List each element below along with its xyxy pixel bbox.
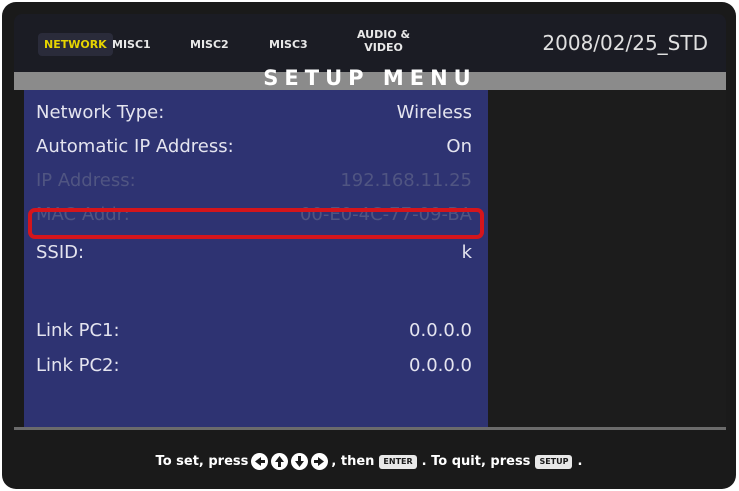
right-arrow-button-icon: [311, 453, 329, 470]
down-arrow-button-icon: [291, 453, 309, 470]
left-arrow-button-icon: [251, 453, 269, 470]
mac-address-highlight: [28, 208, 484, 239]
setting-row-automatic-ip[interactable]: Automatic IP Address: On: [36, 130, 472, 164]
setting-row-link-pc2[interactable]: Link PC2: 0.0.0.0: [36, 349, 472, 383]
footer-quit: . To quit, press: [421, 454, 531, 469]
setting-row-link-pc1[interactable]: Link PC1: 0.0.0.0: [36, 314, 472, 348]
setting-row-ip-address: IP Address: 192.168.11.25: [36, 164, 472, 198]
setting-value: On: [446, 136, 472, 157]
setting-label: Network Type:: [36, 102, 165, 123]
setting-value: 192.168.11.25: [340, 170, 472, 191]
footer-then: , then: [331, 454, 375, 469]
setting-label: SSID:: [36, 242, 85, 263]
setup-screen: NETWORK MISC1 MISC2 MISC3 AUDIO & VIDEO …: [2, 2, 736, 489]
tab-audio-video-line1: AUDIO &: [357, 28, 411, 41]
setting-label: Link PC1:: [36, 320, 120, 341]
up-arrow-button-icon: [271, 453, 289, 470]
setting-value: k: [461, 242, 472, 263]
setting-label: Link PC2:: [36, 355, 120, 376]
tab-audio-video-line2: VIDEO: [364, 41, 403, 54]
datetime-display: 2008/02/25_STD: [542, 31, 708, 55]
tab-audio-video[interactable]: AUDIO & VIDEO: [357, 28, 410, 54]
tab-misc3[interactable]: MISC3: [269, 38, 308, 51]
enter-key-icon: ENTER: [379, 454, 417, 469]
setting-label: IP Address:: [36, 170, 136, 191]
tab-misc1[interactable]: MISC1: [112, 38, 151, 51]
panel-divider: [14, 427, 726, 430]
setup-key-icon: SETUP: [535, 454, 573, 469]
setting-value: 0.0.0.0: [409, 355, 472, 376]
tab-bar: NETWORK MISC1 MISC2 MISC3 AUDIO & VIDEO …: [14, 14, 726, 72]
setting-row-ssid[interactable]: SSID: k: [36, 236, 472, 270]
menu-title: SETUP MENU: [263, 66, 477, 90]
tab-network[interactable]: NETWORK: [38, 33, 113, 56]
footer-suffix: .: [577, 454, 583, 469]
tab-misc2[interactable]: MISC2: [190, 38, 229, 51]
setting-label: Automatic IP Address:: [36, 136, 234, 157]
setting-value: Wireless: [396, 102, 472, 123]
settings-panel: Network Type: Wireless Automatic IP Addr…: [24, 90, 488, 427]
menu-title-bar: SETUP MENU: [14, 66, 726, 90]
footer-prefix: To set, press: [155, 454, 249, 469]
footer-hint: To set, press , then ENTER . To quit, pr…: [2, 442, 736, 482]
setting-value: 0.0.0.0: [409, 320, 472, 341]
setting-row-network-type[interactable]: Network Type: Wireless: [36, 96, 472, 130]
info-panel: [488, 90, 726, 427]
